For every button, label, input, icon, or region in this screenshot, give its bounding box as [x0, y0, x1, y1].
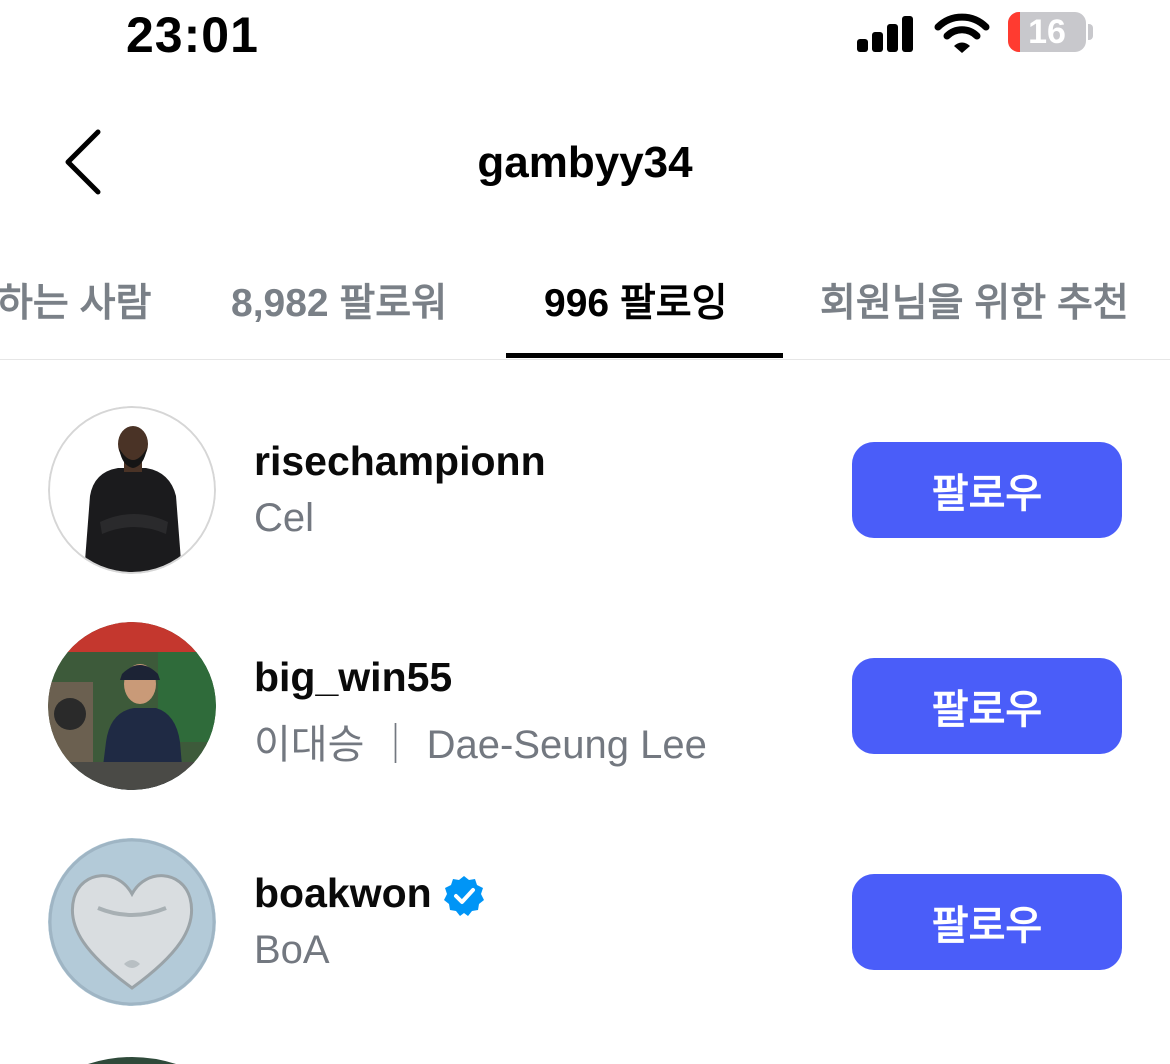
full-name: 이대승 ｜ Dae-Seung Lee [254, 723, 707, 767]
wifi-icon [934, 13, 990, 53]
full-name: Cel [254, 496, 315, 540]
follow-button[interactable]: 팔로우 [852, 442, 1122, 538]
follow-button[interactable]: 팔로우 [852, 874, 1122, 970]
username[interactable]: big_win55 [254, 654, 452, 701]
avatar-partial [88, 1057, 176, 1064]
tab-followed-by[interactable]: 하는 사람 [0, 272, 151, 328]
cellular-signal-icon [857, 14, 915, 52]
avatar[interactable] [48, 838, 216, 1006]
follow-button[interactable]: 팔로우 [852, 658, 1122, 754]
following-list-screen: 23:01 16 gambyy34 하는 사람 8,982 팔로워 996 팔로… [0, 0, 1170, 1064]
avatar[interactable] [48, 622, 216, 790]
status-time: 23:01 [126, 7, 259, 63]
list-item: risechampionn Cel 팔로우 [0, 406, 1170, 606]
full-name: BoA [254, 928, 330, 972]
status-bar: 23:01 16 [0, 0, 1170, 70]
tab-following[interactable]: 996 팔로잉 [544, 272, 728, 328]
battery-icon: 16 [1008, 12, 1086, 52]
tab-bar: 하는 사람 8,982 팔로워 996 팔로잉 회원님을 위한 추천 [0, 262, 1170, 360]
tab-suggested[interactable]: 회원님을 위한 추천 [820, 272, 1129, 328]
battery-level-text: 16 [1028, 13, 1066, 51]
username[interactable]: risechampionn [254, 438, 546, 485]
tab-followers[interactable]: 8,982 팔로워 [231, 272, 447, 328]
list-item: boakwon BoA 팔로우 [0, 838, 1170, 1038]
active-tab-indicator [506, 353, 783, 358]
list-item: big_win55 이대승 ｜ Dae-Seung Lee 팔로우 [0, 622, 1170, 822]
avatar[interactable] [48, 406, 216, 574]
battery-nub [1088, 24, 1093, 40]
username[interactable]: boakwon [254, 870, 432, 917]
verified-badge-icon [444, 876, 484, 916]
page-title: gambyy34 [477, 138, 693, 187]
